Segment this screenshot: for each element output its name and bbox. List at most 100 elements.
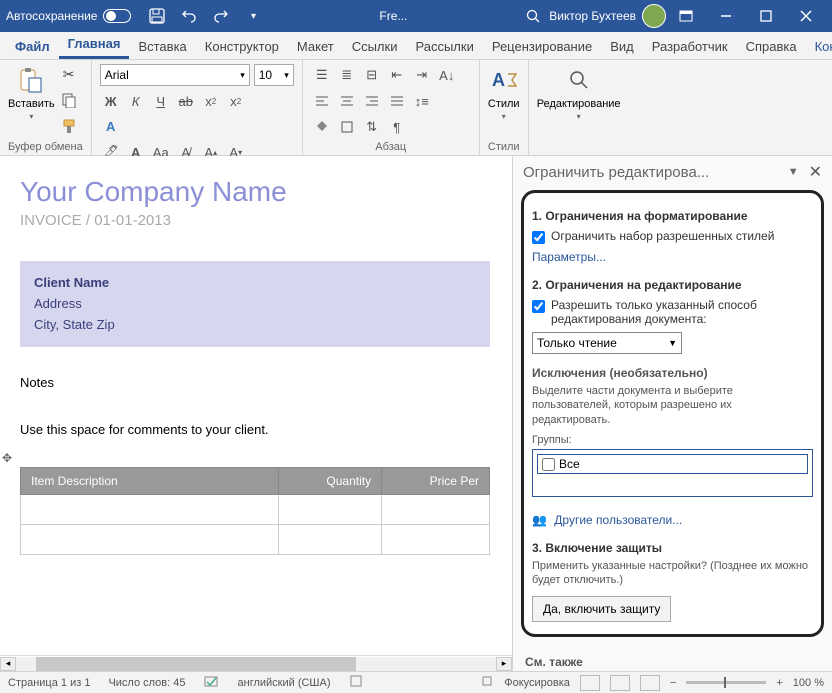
invoice-line[interactable]: INVOICE / 01-01-2013 — [20, 212, 490, 229]
indent-dec-icon[interactable]: ⇤ — [386, 64, 408, 86]
undo-icon[interactable] — [177, 4, 201, 28]
notes-heading[interactable]: Notes — [20, 375, 490, 390]
sort-az-icon[interactable]: ⇅ — [361, 116, 383, 138]
zoom-out-icon[interactable]: − — [670, 677, 676, 689]
svg-text:A: A — [492, 70, 505, 90]
save-icon[interactable] — [145, 4, 169, 28]
status-words[interactable]: Число слов: 45 — [108, 677, 185, 689]
tab-mailings[interactable]: Рассылки — [406, 34, 482, 59]
tab-review[interactable]: Рецензирование — [483, 34, 601, 59]
settings-link[interactable]: Параметры... — [532, 250, 606, 264]
styles-dropdown-icon[interactable]: ▾ — [502, 112, 506, 121]
limit-styles-input[interactable] — [532, 231, 545, 244]
font-name-combo[interactable]: Arial▾ — [100, 64, 250, 86]
tab-help[interactable]: Справка — [737, 34, 806, 59]
view-read-icon[interactable] — [580, 675, 600, 691]
edit-mode-combo[interactable]: Только чтение▼ — [532, 332, 682, 354]
maximize-button[interactable] — [746, 0, 786, 32]
anchor-icon[interactable]: ✥ — [2, 451, 12, 465]
scroll-track[interactable] — [16, 657, 496, 671]
justify-icon[interactable] — [386, 90, 408, 112]
client-box[interactable]: Client Name Address City, State Zip — [20, 261, 490, 347]
tab-layout[interactable]: Макет — [288, 34, 343, 59]
allow-only-checkbox[interactable]: Разрешить только указанный способ редакт… — [532, 298, 813, 326]
company-name[interactable]: Your Company Name — [20, 176, 490, 208]
tab-table-design[interactable]: Конструктор — [806, 34, 832, 59]
search-icon[interactable] — [521, 4, 545, 28]
subscript-button[interactable]: x2 — [200, 90, 222, 112]
users-icon: 👥 — [532, 513, 547, 527]
paste-label: Вставить — [8, 98, 55, 110]
pane-dropdown-icon[interactable]: ▼ — [788, 166, 799, 178]
zoom-in-icon[interactable]: + — [776, 677, 782, 689]
table-row[interactable] — [21, 495, 490, 525]
numbering-icon[interactable]: ≣ — [336, 64, 358, 86]
cut-icon[interactable]: ✂ — [59, 64, 79, 84]
align-left-icon[interactable] — [311, 90, 333, 112]
copy-icon[interactable] — [59, 90, 79, 110]
tab-view[interactable]: Вид — [601, 34, 643, 59]
allow-only-input[interactable] — [532, 300, 545, 313]
tab-file[interactable]: Файл — [6, 34, 59, 59]
status-spellcheck-icon[interactable] — [204, 674, 220, 691]
indent-inc-icon[interactable]: ⇥ — [411, 64, 433, 86]
view-web-icon[interactable] — [640, 675, 660, 691]
table-row[interactable] — [21, 525, 490, 555]
view-print-icon[interactable] — [610, 675, 630, 691]
enable-protection-button[interactable]: Да, включить защиту — [532, 596, 671, 622]
tab-designer[interactable]: Конструктор — [196, 34, 288, 59]
shading-icon[interactable] — [311, 116, 333, 138]
limit-styles-checkbox[interactable]: Ограничить набор разрешенных стилей — [532, 229, 813, 244]
scroll-thumb[interactable] — [36, 657, 356, 671]
editing-dropdown-icon[interactable]: ▾ — [577, 112, 581, 121]
invoice-table[interactable]: Item Description Quantity Price Per — [20, 467, 490, 555]
format-painter-icon[interactable] — [59, 116, 79, 136]
strike-button[interactable]: ab — [175, 90, 197, 112]
paste-dropdown-icon[interactable]: ▾ — [29, 112, 33, 121]
document-area[interactable]: ✥ Your Company Name INVOICE / 01-01-2013… — [0, 156, 512, 655]
status-accessibility-icon[interactable] — [349, 674, 363, 691]
status-page[interactable]: Страница 1 из 1 — [8, 677, 90, 689]
line-spacing-icon[interactable]: ↕≡ — [411, 90, 433, 112]
group-everyone[interactable]: Все — [542, 457, 803, 471]
bold-button[interactable]: Ж — [100, 90, 122, 112]
status-focus-icon[interactable] — [480, 674, 494, 691]
group-everyone-input[interactable] — [542, 458, 555, 471]
tab-references[interactable]: Ссылки — [343, 34, 407, 59]
font-size-combo[interactable]: 10▾ — [254, 64, 294, 86]
zoom-slider[interactable] — [686, 681, 766, 684]
text-effects-icon[interactable]: A — [100, 115, 122, 137]
borders-icon[interactable] — [336, 116, 358, 138]
scroll-left-icon[interactable]: ◂ — [0, 657, 16, 671]
superscript-button[interactable]: x2 — [225, 90, 247, 112]
ribbon-display-icon[interactable] — [666, 0, 706, 32]
autosave-toggle[interactable] — [103, 9, 131, 23]
zoom-level[interactable]: 100 % — [793, 677, 824, 689]
user-box[interactable]: Виктор Бухтеев — [549, 4, 666, 28]
underline-button[interactable]: Ч — [150, 90, 172, 112]
styles-icon[interactable]: A — [488, 64, 520, 96]
paste-icon[interactable] — [15, 64, 47, 96]
bullets-icon[interactable]: ☰ — [311, 64, 333, 86]
multilevel-icon[interactable]: ⊟ — [361, 64, 383, 86]
find-icon[interactable] — [563, 64, 595, 96]
show-marks-icon[interactable]: ¶ — [386, 116, 408, 138]
tab-developer[interactable]: Разработчик — [643, 34, 737, 59]
pane-close-icon[interactable]: ✕ — [809, 162, 822, 182]
italic-button[interactable]: К — [125, 90, 147, 112]
minimize-button[interactable] — [706, 0, 746, 32]
redo-icon[interactable] — [209, 4, 233, 28]
qat-more-icon[interactable]: ▾ — [241, 4, 265, 28]
close-button[interactable] — [786, 0, 826, 32]
status-focus[interactable]: Фокусировка — [504, 677, 570, 689]
tab-home[interactable]: Главная — [59, 31, 130, 59]
pane-highlight-box: 1. Ограничения на форматирование Огранич… — [521, 190, 824, 637]
notes-prompt[interactable]: Use this space for comments to your clie… — [20, 422, 490, 437]
status-language[interactable]: английский (США) — [238, 677, 331, 689]
align-center-icon[interactable] — [336, 90, 358, 112]
scroll-right-icon[interactable]: ▸ — [496, 657, 512, 671]
tab-insert[interactable]: Вставка — [129, 34, 195, 59]
sort-icon[interactable]: A↓ — [436, 64, 458, 86]
align-right-icon[interactable] — [361, 90, 383, 112]
more-users-link[interactable]: Другие пользователи... — [554, 513, 682, 527]
